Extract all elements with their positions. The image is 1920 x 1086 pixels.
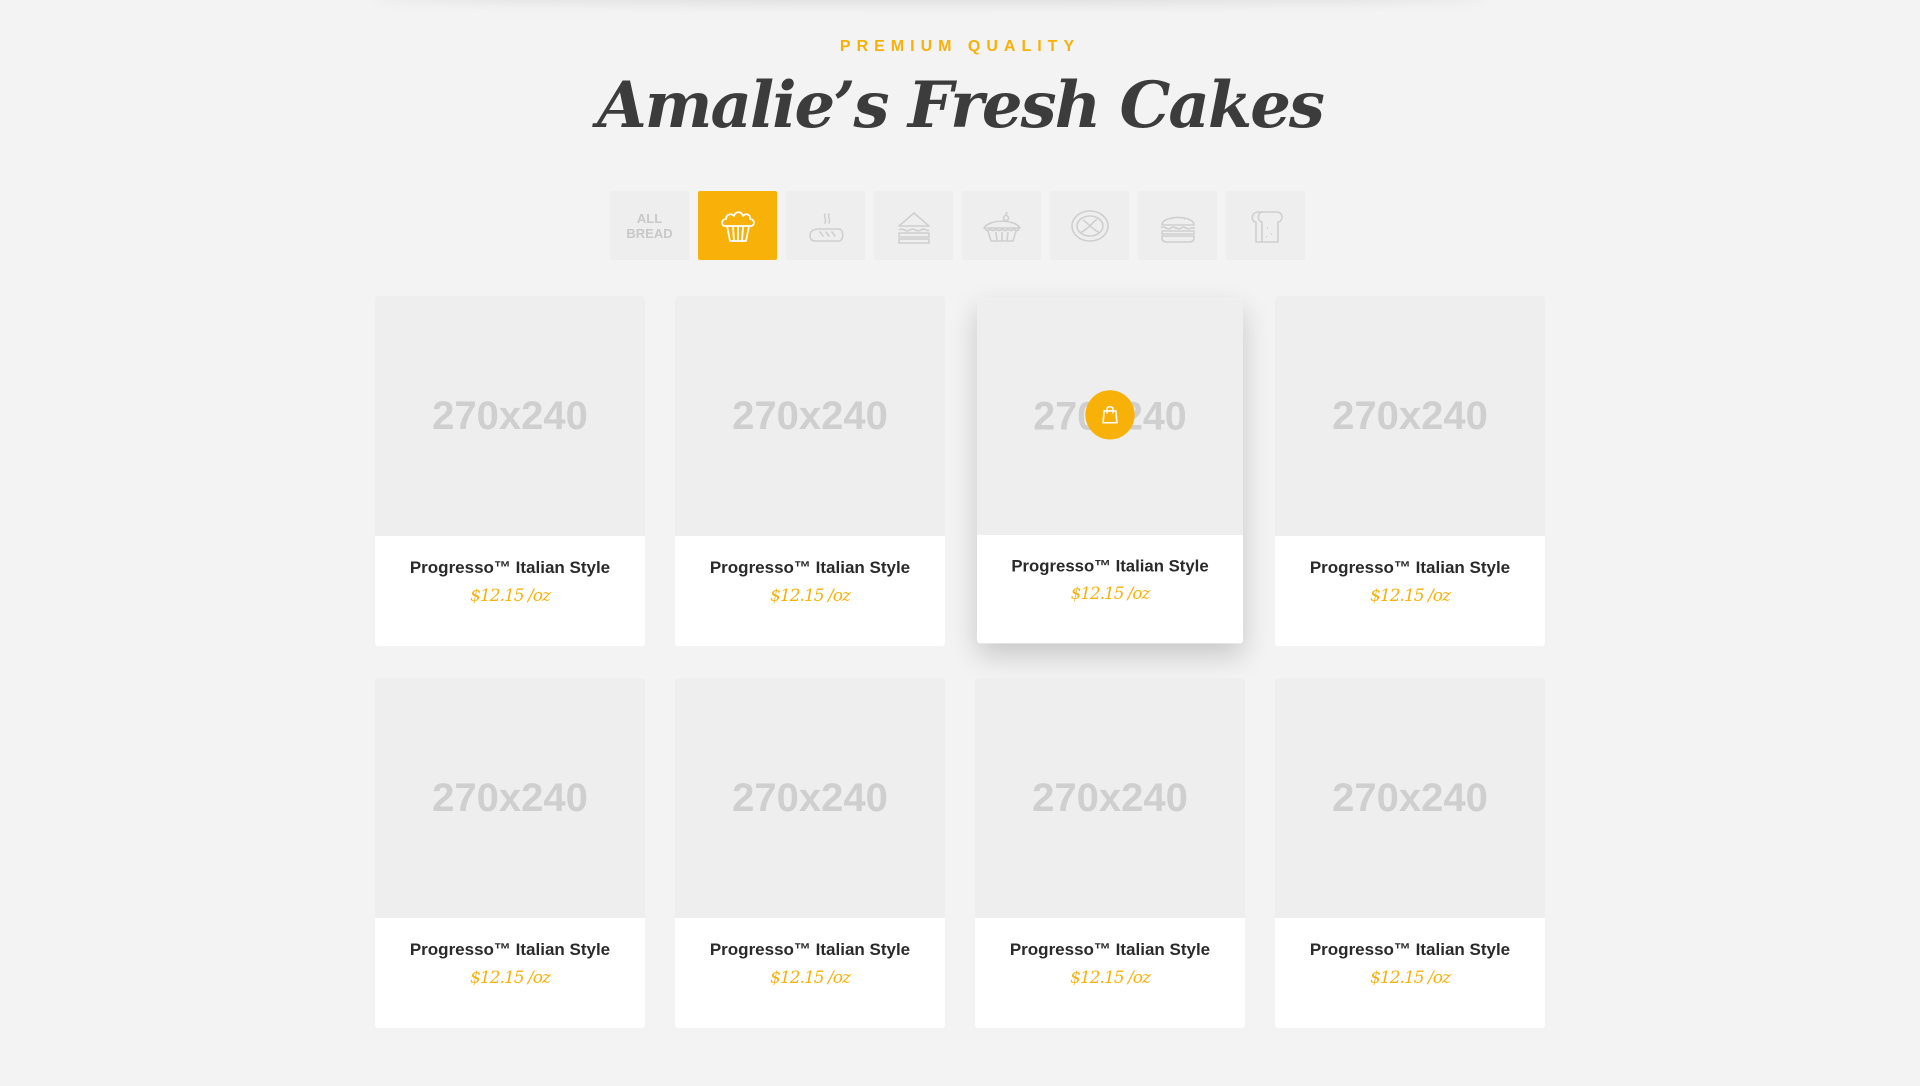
product-name[interactable]: Progresso™ Italian Style [1275,940,1545,960]
product-name[interactable]: Progresso™ Italian Style [977,557,1243,577]
product-card[interactable]: 270x240 Progresso™ Italian Style $12.15 … [975,678,1245,1028]
product-card-hovered[interactable]: 270x240 Progresso™ Italian Style $12.15 … [977,298,1243,644]
product-card[interactable]: 270x240 Progresso™ Italian Style $12.15 … [675,296,945,646]
product-name[interactable]: Progresso™ Italian Style [375,940,645,960]
image-size-label: 270x240 [1332,775,1488,820]
product-name[interactable]: Progresso™ Italian Style [375,558,645,578]
product-name[interactable]: Progresso™ Italian Style [975,940,1245,960]
product-price: $12.15 /oz [1370,968,1451,988]
product-name[interactable]: Progresso™ Italian Style [675,940,945,960]
product-card[interactable]: 270x240 Progresso™ Italian Style $12.15 … [1275,678,1545,1028]
image-size-label: 270x240 [432,393,588,438]
section-eyebrow: PREMIUM QUALITY [839,38,1081,55]
filter-cupcakes[interactable] [698,191,777,260]
product-card[interactable]: 270x240 Progresso™ Italian Style $12.15 … [1275,296,1545,646]
filter-sandwiches[interactable] [874,191,953,260]
product-price: $12.15 /oz [470,586,551,606]
category-filter-bar: ALL BREAD [610,191,1305,260]
image-size-label: 270x240 [732,775,888,820]
image-size-label: 270x240 [1332,393,1488,438]
add-to-cart-button[interactable] [1085,390,1135,440]
sandwich-icon [897,211,930,244]
product-price: $12.15 /oz [470,968,551,988]
product-image-placeholder: 270x240 [675,296,945,536]
product-card[interactable]: 270x240 Progresso™ Italian Style $12.15 … [675,678,945,1028]
product-price: $12.15 /oz [1070,968,1151,988]
product-price: $12.15 /oz [1070,584,1151,604]
product-image-placeholder: 270x240 [375,678,645,918]
product-image-placeholder: 270x240 [375,296,645,536]
filter-burgers[interactable] [1138,191,1217,260]
product-card[interactable]: 270x240 Progresso™ Italian Style $12.15 … [375,296,645,646]
section-title: Amalie’s Fresh Cakes [597,68,1325,143]
product-card[interactable]: 270x240 Progresso™ Italian Style $12.15 … [375,678,645,1028]
pie-icon [982,211,1021,242]
product-image-placeholder: 270x240 [975,678,1245,918]
filter-toast[interactable] [1226,191,1305,260]
product-name[interactable]: Progresso™ Italian Style [675,558,945,578]
page: PREMIUM QUALITY Amalie’s Fresh Cakes ALL… [0,0,1920,1086]
shopping-bag-icon [1102,405,1118,424]
filter-all-bread[interactable]: ALL BREAD [610,191,689,260]
product-price: $12.15 /oz [770,968,851,988]
product-image-placeholder: 270x240 [1275,678,1545,918]
image-size-label: 270x240 [432,775,588,820]
image-size-label: 270x240 [1032,775,1188,820]
product-price: $12.15 /oz [1370,586,1451,606]
filter-pies[interactable] [962,191,1041,260]
product-price: $12.15 /oz [770,586,851,606]
product-image-placeholder: 270x240 [1275,296,1545,536]
image-size-label: 270x240 [732,393,888,438]
product-image-placeholder: 270x240 [675,678,945,918]
burger-icon [1160,215,1195,243]
filter-baguettes[interactable] [786,191,865,260]
cupcake-icon [720,210,755,242]
product-name[interactable]: Progresso™ Italian Style [1275,558,1545,578]
baguette-icon [808,212,844,242]
filter-all-bread-label: ALL BREAD [626,210,673,241]
toast-icon [1250,210,1283,243]
pretzel-icon [1070,209,1109,242]
filter-pretzels[interactable] [1050,191,1129,260]
product-image-placeholder: 270x240 [977,298,1243,536]
product-grid: 270x240 Progresso™ Italian Style $12.15 … [375,296,1545,1028]
